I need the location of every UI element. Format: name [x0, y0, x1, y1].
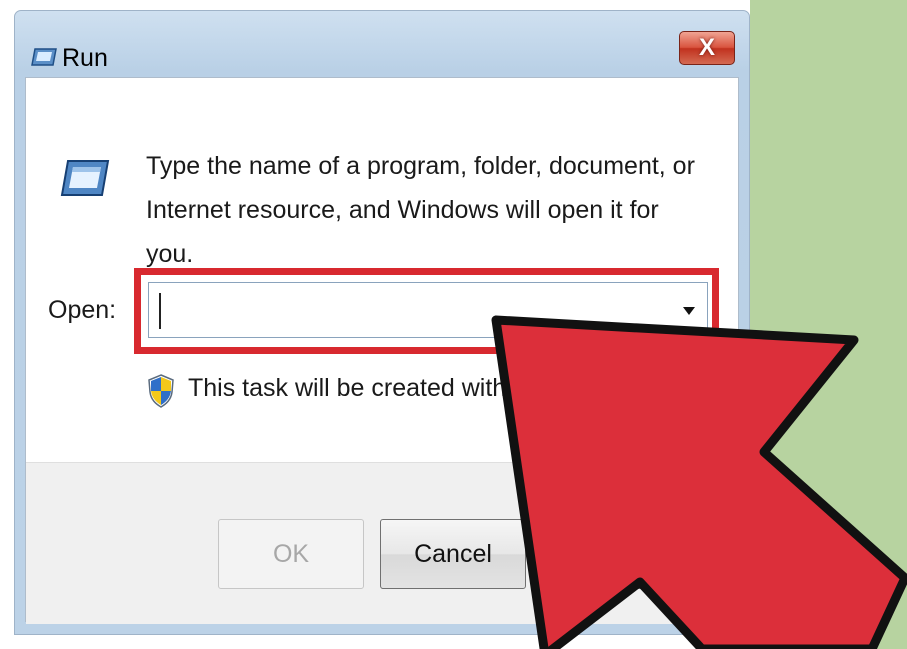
ok-button[interactable]: OK — [218, 519, 364, 589]
open-combobox[interactable] — [148, 282, 708, 338]
cancel-button[interactable]: Cancel — [380, 519, 526, 589]
admin-notice: This task will be created with adminis — [188, 374, 600, 402]
title-bar[interactable]: Run X — [15, 11, 749, 77]
button-bar: OK Cancel Brows — [26, 462, 738, 624]
dialog-title: Run — [62, 44, 108, 72]
chevron-down-icon[interactable] — [683, 307, 695, 315]
uac-shield-icon — [148, 374, 174, 408]
dialog-body: Type the name of a program, folder, docu… — [25, 77, 739, 624]
close-button[interactable]: X — [679, 31, 735, 65]
browse-button[interactable]: Brows — [544, 519, 690, 589]
green-backdrop — [750, 0, 907, 649]
dialog-description: Type the name of a program, folder, docu… — [146, 152, 695, 268]
run-program-icon — [60, 160, 110, 196]
text-caret — [159, 293, 161, 329]
run-icon — [31, 48, 57, 66]
open-label: Open: — [48, 296, 117, 324]
run-dialog: Run X Type the name of a program, folder… — [14, 10, 750, 635]
